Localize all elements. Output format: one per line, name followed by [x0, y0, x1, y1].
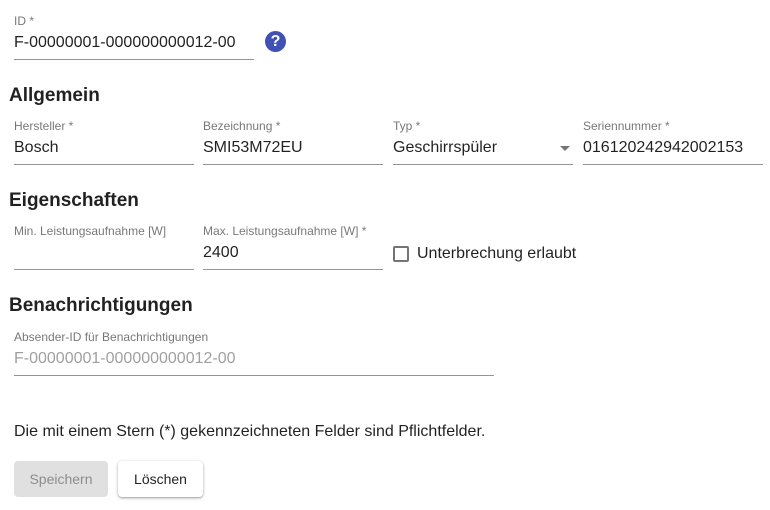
- max-power-value[interactable]: 2400: [203, 243, 239, 263]
- manufacturer-underline: [14, 164, 194, 165]
- id-field-value[interactable]: F-00000001-000000000012-00: [14, 33, 236, 53]
- designation-value[interactable]: SMI53M72EU: [203, 138, 303, 158]
- manufacturer-label: Hersteller *: [14, 119, 74, 133]
- section-title-notifications: Benachrichtigungen: [9, 295, 193, 316]
- max-power-field[interactable]: Max. Leistungsaufnahme [W] * 2400: [203, 224, 383, 270]
- save-button[interactable]: Speichern: [14, 461, 108, 497]
- sender-id-value: F-00000001-000000000012-00: [14, 350, 236, 367]
- serial-field[interactable]: Seriennummer * 016120242942002153: [583, 119, 763, 165]
- max-power-label: Max. Leistungsaufnahme [W] *: [203, 224, 367, 238]
- manufacturer-value[interactable]: Bosch: [14, 138, 58, 158]
- sender-id-underline: [14, 375, 494, 376]
- min-power-label: Min. Leistungsaufnahme [W]: [14, 224, 167, 238]
- serial-value[interactable]: 016120242942002153: [583, 138, 743, 158]
- type-label: Typ *: [393, 119, 421, 133]
- designation-label: Bezeichnung *: [203, 119, 281, 133]
- checkbox-unchecked-icon[interactable]: [393, 246, 409, 262]
- sender-id-field: Absender-ID für Benachrichtigungen F-000…: [14, 330, 494, 376]
- designation-underline: [203, 164, 383, 165]
- min-power-underline: [14, 269, 194, 270]
- serial-underline: [583, 164, 763, 165]
- section-title-properties: Eigenschaften: [9, 190, 139, 211]
- designation-field[interactable]: Bezeichnung * SMI53M72EU: [203, 119, 383, 165]
- section-title-general: Allgemein: [9, 85, 100, 106]
- delete-button[interactable]: Löschen: [118, 461, 203, 497]
- manufacturer-field[interactable]: Hersteller * Bosch: [14, 119, 194, 165]
- type-underline: [393, 164, 573, 165]
- min-power-field[interactable]: Min. Leistungsaufnahme [W]: [14, 224, 194, 270]
- id-field[interactable]: ID * F-00000001-000000000012-00: [14, 14, 254, 60]
- id-field-label: ID *: [14, 14, 35, 28]
- required-fields-note: Die mit einem Stern (*) gekennzeichneten…: [14, 423, 486, 440]
- max-power-underline: [203, 269, 383, 270]
- sender-id-label: Absender-ID für Benachrichtigungen: [14, 330, 209, 344]
- id-field-underline: [14, 59, 254, 60]
- serial-label: Seriennummer *: [583, 119, 670, 133]
- interruption-label[interactable]: Unterbrechung erlaubt: [417, 244, 576, 264]
- help-icon[interactable]: ?: [265, 31, 286, 52]
- type-select[interactable]: Typ * Geschirrspüler: [393, 119, 573, 165]
- dropdown-arrow-icon[interactable]: [560, 146, 570, 151]
- type-value[interactable]: Geschirrspüler: [393, 138, 497, 158]
